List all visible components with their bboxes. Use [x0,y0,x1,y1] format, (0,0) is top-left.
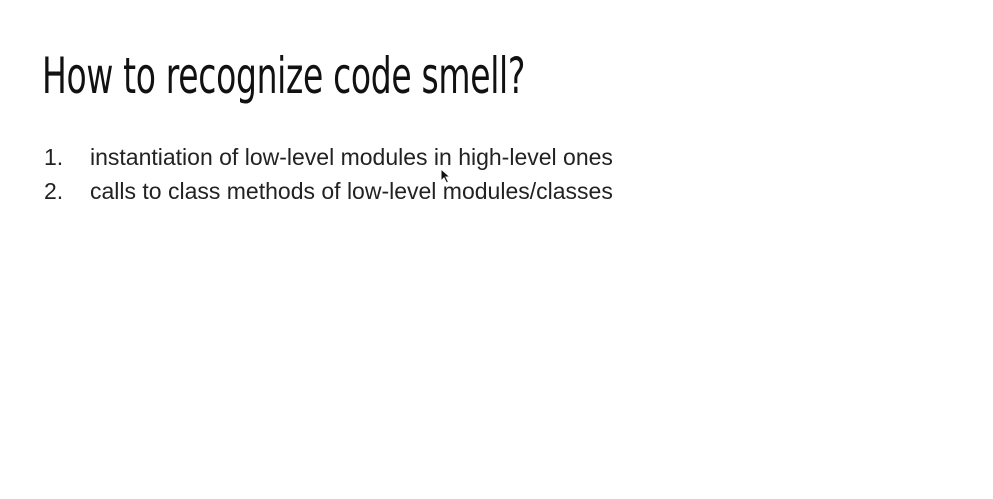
list-item-text: calls to class methods of low-level modu… [90,178,613,204]
mouse-pointer-icon [440,168,452,184]
list-item: 2. calls to class methods of low-level m… [44,174,613,208]
slide-title: How to recognize code smell? [42,47,526,105]
code-smell-list: 1. instantiation of low-level modules in… [44,140,613,208]
list-item-number: 2. [44,178,64,204]
list-item: 1. instantiation of low-level modules in… [44,140,613,174]
slide: How to recognize code smell? 1. instanti… [0,0,993,499]
list-item-number: 1. [44,144,64,170]
list-item-text: instantiation of low-level modules in hi… [90,144,613,170]
